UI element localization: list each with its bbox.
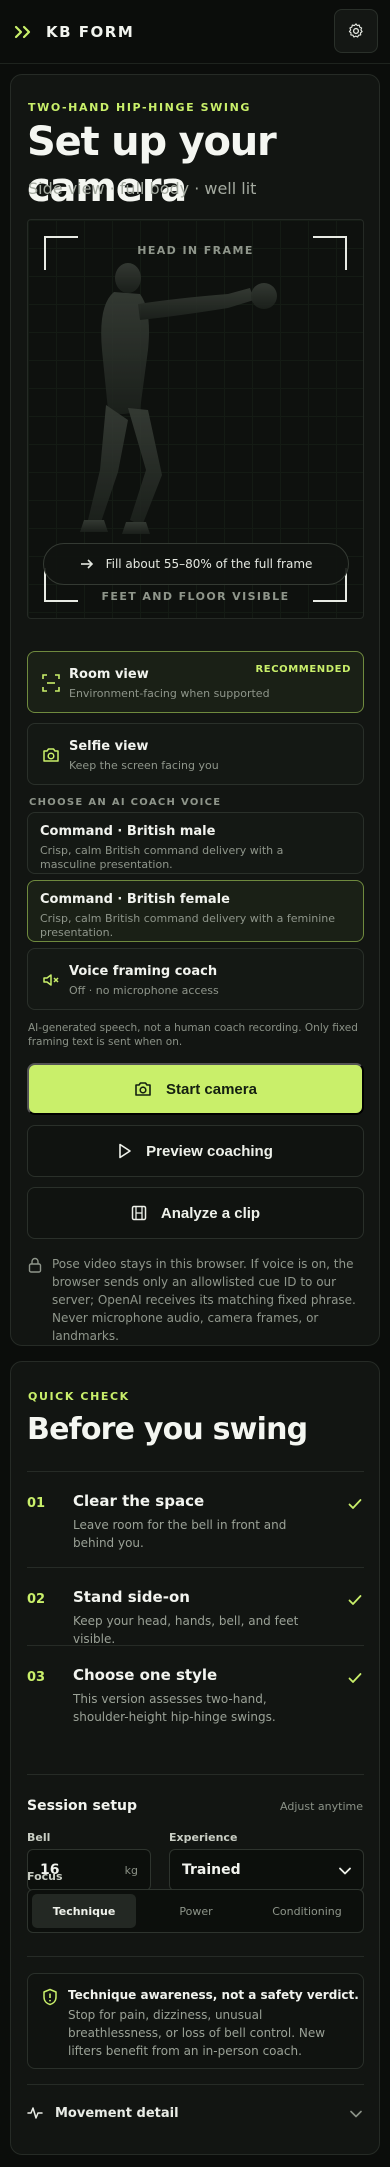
setup-subtitle: Side view · full body · well lit [28, 179, 257, 198]
voice-coach-sub: Off · no microphone access [69, 984, 219, 997]
checklist-item-choose-style: 03 Choose one style This version assesse… [27, 1645, 364, 1741]
chevron-down-icon [350, 2110, 362, 2118]
view-option-selfie[interactable]: Selfie view Keep the screen facing you [27, 723, 364, 785]
shield-alert-icon [43, 1988, 57, 2006]
experience-select[interactable]: Trained [169, 1849, 364, 1891]
privacy-text: Pose video stays in this browser. If voi… [52, 1257, 356, 1343]
brand-name: KB FORM [46, 22, 135, 41]
play-icon [119, 1143, 131, 1159]
movement-detail-label: Movement detail [55, 2106, 179, 2121]
step-title: Choose one style [73, 1666, 218, 1684]
step-number: 03 [27, 1670, 46, 1685]
check-icon [348, 1595, 362, 1605]
bell-label: Bell [27, 1831, 51, 1844]
experience-label: Experience [169, 1831, 238, 1844]
lock-icon [28, 1257, 42, 1273]
session-setup-aside: Adjust anytime [280, 1800, 363, 1813]
warning-title: Technique awareness, not a safety verdic… [68, 1988, 359, 2002]
chevron-down-icon [339, 1867, 351, 1875]
preview-coaching-button[interactable]: Preview coaching [27, 1125, 364, 1177]
step-sub: Leave room for the bell in front and beh… [73, 1518, 287, 1550]
warning-body: Stop for pain, dizziness, unusual breath… [68, 2008, 326, 2058]
check-icon [348, 1499, 362, 1509]
analyze-clip-button[interactable]: Analyze a clip [27, 1187, 364, 1239]
check-eyebrow: QUICK CHECK [28, 1390, 130, 1403]
voice-option-title: Command · British female [40, 892, 230, 907]
movement-detail-toggle[interactable]: Movement detail [27, 2084, 364, 2140]
film-icon [131, 1205, 147, 1221]
step-number: 02 [27, 1592, 46, 1607]
framing-hint-text: Fill about 55–80% of the full frame [105, 557, 313, 571]
step-title: Stand side-on [73, 1588, 190, 1606]
quick-check-card: QUICK CHECK Before you swing 01 Clear th… [10, 1361, 380, 2155]
focus-option-technique[interactable]: Technique [32, 1894, 136, 1928]
camera-setup-card: TWO-HAND HIP-HINGE SWING Set up your cam… [10, 74, 380, 1346]
step-number: 01 [27, 1496, 46, 1511]
start-camera-button[interactable]: Start camera [27, 1063, 364, 1115]
check-icon [348, 1673, 362, 1683]
divider [27, 1956, 364, 1957]
focus-label: Focus [27, 1870, 63, 1883]
view-option-sub: Environment-facing when supported [69, 687, 270, 700]
view-option-sub: Keep the screen facing you [69, 759, 219, 772]
ai-speech-note: AI-generated speech, not a human coach r… [28, 1022, 358, 1048]
pulse-icon [27, 2107, 43, 2119]
experience-value: Trained [182, 1862, 241, 1878]
start-camera-label: Start camera [166, 1080, 257, 1098]
voice-option-sub: Crisp, calm British command delivery wit… [40, 844, 284, 871]
analyze-clip-label: Analyze a clip [160, 1204, 261, 1222]
settings-button[interactable] [334, 9, 378, 53]
recommended-badge: RECOMMENDED [255, 664, 351, 675]
frame-top-label: HEAD IN FRAME [137, 244, 254, 257]
checklist-item-stand-side-on: 02 Stand side-on Keep your head, hands, … [27, 1567, 364, 1646]
camera-icon [43, 748, 59, 762]
gear-icon [348, 23, 363, 38]
voice-coach-title: Voice framing coach [69, 964, 218, 979]
view-option-title: Room view [69, 667, 149, 682]
divider [27, 1774, 364, 1775]
step-sub: Keep your head, hands, bell, and feet vi… [73, 1614, 299, 1646]
voice-framing-coach-toggle[interactable]: Voice framing coach Off · no microphone … [27, 948, 364, 1010]
speaker-muted-icon [43, 974, 59, 986]
session-setup-title: Session setup [27, 1798, 138, 1814]
preview-coaching-label: Preview coaching [146, 1142, 273, 1160]
view-option-title: Selfie view [69, 739, 149, 754]
focus-frame-icon [42, 674, 60, 692]
camera-icon [135, 1082, 151, 1096]
focus-option-power[interactable]: Power [144, 1894, 248, 1928]
voice-option-british-male[interactable]: Command · British male Crisp, calm Briti… [27, 812, 364, 874]
view-option-room[interactable]: Room view Environment-facing when suppor… [27, 651, 364, 713]
checklist-item-clear-space: 01 Clear the space Leave room for the be… [27, 1471, 364, 1567]
logo[interactable]: KB FORM [14, 23, 134, 41]
frame-bottom-label: FEET AND FLOOR VISIBLE [101, 590, 290, 603]
voice-option-british-female[interactable]: Command · British female Crisp, calm Bri… [27, 880, 364, 942]
step-sub: This version assesses two-hand, shoulder… [73, 1692, 276, 1724]
bell-weight-unit: kg [124, 1864, 138, 1877]
voice-option-title: Command · British male [40, 824, 216, 839]
double-chevron-right-icon [14, 25, 31, 38]
framing-hint: Fill about 55–80% of the full frame [43, 543, 349, 585]
focus-segmented-control: Technique Power Conditioning [27, 1889, 364, 1933]
arrow-right-icon [80, 559, 93, 569]
check-title: Before you swing [27, 1412, 308, 1447]
step-title: Clear the space [73, 1492, 205, 1510]
voice-option-sub: Crisp, calm British command delivery wit… [40, 912, 336, 939]
setup-eyebrow: TWO-HAND HIP-HINGE SWING [28, 101, 252, 114]
voice-section-label: CHOOSE AN AI COACH VOICE [29, 797, 222, 808]
top-bar: KB FORM [0, 0, 390, 64]
safety-warning: Technique awareness, not a safety verdic… [27, 1973, 364, 2069]
focus-option-conditioning[interactable]: Conditioning [255, 1894, 359, 1928]
